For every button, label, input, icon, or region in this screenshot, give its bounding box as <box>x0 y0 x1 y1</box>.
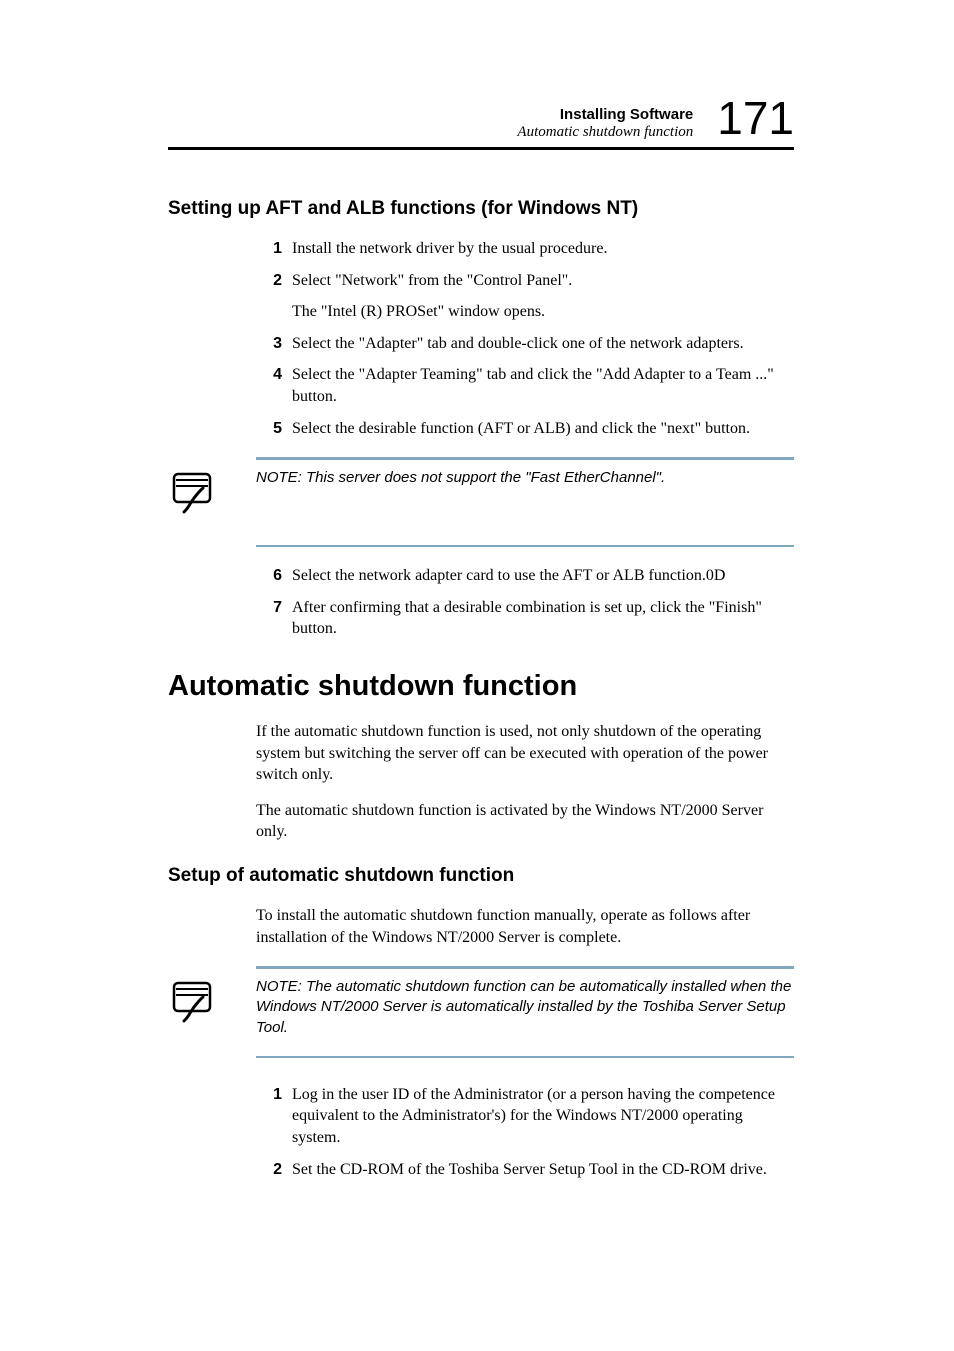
note-icon <box>168 975 224 1036</box>
list-item: 2 Set the CD-ROM of the Toshiba Server S… <box>256 1159 794 1181</box>
list-text: Select the network adapter card to use t… <box>292 565 794 587</box>
list-text: Set the CD-ROM of the Toshiba Server Set… <box>292 1159 794 1181</box>
note-content: NOTE: This server does not support the "… <box>256 468 794 527</box>
list-text: Select "Network" from the "Control Panel… <box>292 270 794 292</box>
page-header: Installing Software Automatic shutdown f… <box>168 95 794 141</box>
list-item: 1 Log in the user ID of the Administrato… <box>256 1084 794 1149</box>
list-item: 6 Select the network adapter card to use… <box>256 565 794 587</box>
list-text: Install the network driver by the usual … <box>292 238 794 260</box>
note-rule-bottom <box>256 545 794 547</box>
list-number: 1 <box>256 1084 282 1149</box>
list-text: Select the "Adapter Teaming" tab and cli… <box>292 364 794 407</box>
list-item: 2 Select "Network" from the "Control Pan… <box>256 270 794 292</box>
list-text: After confirming that a desirable combin… <box>292 597 794 640</box>
section-heading-aft-alb: Setting up AFT and ALB functions (for Wi… <box>168 198 794 220</box>
header-rule <box>168 147 794 150</box>
list-text: Select the "Adapter" tab and double-clic… <box>292 333 794 355</box>
list-number: 2 <box>256 1159 282 1181</box>
list-number: 7 <box>256 597 282 640</box>
ordered-list-1: 1 Install the network driver by the usua… <box>256 238 794 291</box>
list-item: 7 After confirming that a desirable comb… <box>256 597 794 640</box>
list-item: 4 Select the "Adapter Teaming" tab and c… <box>256 364 794 407</box>
list-text: Log in the user ID of the Administrator … <box>292 1084 794 1149</box>
note-rule-bottom <box>256 1056 794 1058</box>
list-item: 1 Install the network driver by the usua… <box>256 238 794 260</box>
header-chapter-title: Installing Software <box>517 106 693 123</box>
list-number: 6 <box>256 565 282 587</box>
page-content: Installing Software Automatic shutdown f… <box>0 0 954 1250</box>
list-item: 5 Select the desirable function (AFT or … <box>256 418 794 440</box>
note-rule-top <box>256 966 794 969</box>
list-number: 4 <box>256 364 282 407</box>
section-heading-auto-shutdown: Automatic shutdown function <box>168 670 794 703</box>
list-number: 3 <box>256 333 282 355</box>
section-heading-setup-shutdown: Setup of automatic shutdown function <box>168 865 794 887</box>
note-icon <box>168 466 224 527</box>
note-block-2: NOTE: The automatic shutdown function ca… <box>256 966 794 1058</box>
note-rule-top <box>256 457 794 460</box>
list-number: 1 <box>256 238 282 260</box>
ordered-list-3: 1 Log in the user ID of the Administrato… <box>256 1084 794 1180</box>
ordered-list-2: 6 Select the network adapter card to use… <box>256 565 794 640</box>
note-content: NOTE: The automatic shutdown function ca… <box>256 977 794 1038</box>
list-number: 5 <box>256 418 282 440</box>
header-section-title: Automatic shutdown function <box>517 124 693 141</box>
header-text-block: Installing Software Automatic shutdown f… <box>517 106 693 141</box>
paragraph: To install the automatic shutdown functi… <box>256 905 794 948</box>
note-text: NOTE: This server does not support the "… <box>256 468 665 488</box>
paragraph: If the automatic shutdown function is us… <box>256 721 794 786</box>
paragraph: The automatic shutdown function is activ… <box>256 800 794 843</box>
ordered-list-1b: 3 Select the "Adapter" tab and double-cl… <box>256 333 794 439</box>
note-block-1: NOTE: This server does not support the "… <box>256 457 794 547</box>
note-text: NOTE: The automatic shutdown function ca… <box>256 977 794 1038</box>
list-number: 2 <box>256 270 282 292</box>
list-subtext: The "Intel (R) PROSet" window opens. <box>292 301 794 323</box>
list-text: Select the desirable function (AFT or AL… <box>292 418 794 440</box>
list-item: 3 Select the "Adapter" tab and double-cl… <box>256 333 794 355</box>
page-number: 171 <box>717 95 794 141</box>
